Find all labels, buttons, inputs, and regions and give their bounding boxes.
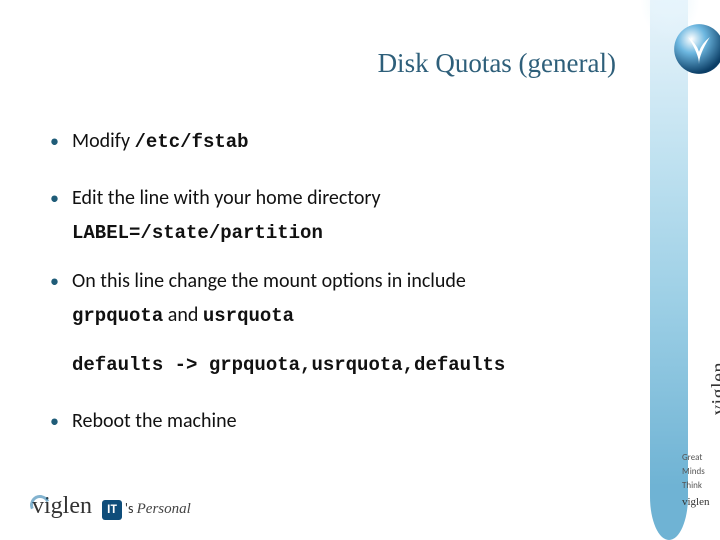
bullet-3: • On this line change the mount options …: [50, 268, 590, 294]
bullet-2-code: LABEL=/state/partition: [72, 222, 323, 244]
bullet-icon: •: [50, 268, 72, 294]
bullet-3-mid: and: [163, 303, 203, 327]
bullet-2: • Edit the line with your home directory: [50, 185, 590, 211]
tagline-2: Minds: [682, 465, 720, 478]
orb-logo-icon: [672, 22, 720, 76]
bullet-4: • Reboot the machine: [50, 408, 590, 434]
brand-tagline: Great Minds Think viglen: [682, 451, 720, 510]
bullet-icon: •: [50, 128, 72, 154]
brand-small-logo: viglen: [682, 496, 720, 509]
bullet-1: • Modify /etc/fstab: [50, 128, 590, 155]
tagline-1: Great: [682, 451, 720, 464]
bullet-3-code-line: defaults -> grpquota,usrquota,defaults: [72, 354, 505, 376]
bullet-3-code-a: grpquota: [72, 305, 163, 327]
bullet-3-text: On this line change the mount options in…: [72, 268, 466, 294]
footer-brand-name: viglen: [32, 493, 92, 520]
footer-tagline: IT's Personal: [102, 500, 191, 518]
brand-vertical-logo: viglen: [708, 362, 720, 415]
footer-logo: viglen IT's Personal: [32, 493, 191, 520]
content-area: • Modify /etc/fstab • Edit the line with…: [50, 128, 590, 442]
bullet-3-code-b: usrquota: [203, 305, 294, 327]
bullet-1-code: /etc/fstab: [135, 131, 249, 153]
slide-title: Disk Quotas (general): [0, 48, 616, 79]
bullet-icon: •: [50, 408, 72, 434]
footer-s: 's: [125, 500, 137, 517]
slide: Disk Quotas (general) • Modify /etc/fsta…: [0, 0, 720, 540]
bullet-4-text: Reboot the machine: [72, 408, 237, 434]
footer-it-badge: IT: [102, 500, 122, 520]
bullet-2-text: Edit the line with your home directory: [72, 185, 381, 211]
bullet-icon: •: [50, 185, 72, 211]
bullet-1-text: Modify: [72, 129, 135, 153]
tagline-3: Think: [682, 479, 720, 492]
footer-personal: Personal: [137, 501, 191, 517]
